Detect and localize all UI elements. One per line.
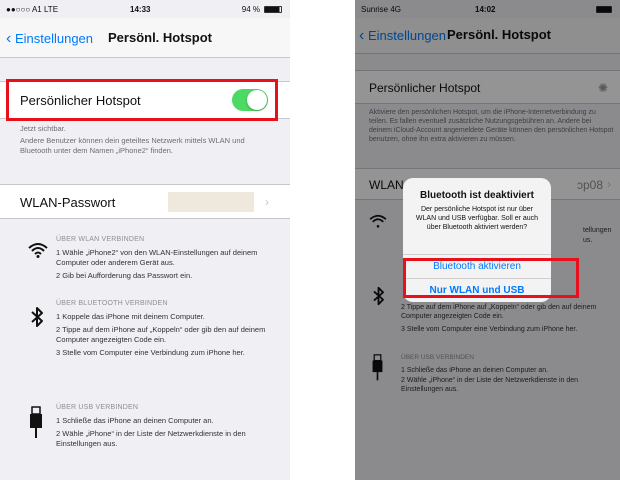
alert-message: Der persönliche Hotspot ist nur über WLA… xyxy=(415,206,539,231)
step-item: 1 Schließe das iPhone an deinen Computer… xyxy=(56,416,214,425)
wifi-icon xyxy=(28,243,48,258)
left-phone-screenshot: ●●○○○ A1 LTE 14:33 94 % ‹ Einstellungen … xyxy=(0,0,290,480)
highlight-frame xyxy=(403,258,579,298)
section-title: ÜBER USB VERBINDEN xyxy=(56,404,139,411)
password-redacted xyxy=(168,192,254,212)
section-title: ÜBER BLUETOOTH VERBINDEN xyxy=(56,300,168,307)
battery-percent: 94 % xyxy=(241,5,260,14)
hotspot-footer: Jetzt sichtbar. Andere Benutzer können d… xyxy=(20,124,275,156)
highlight-frame xyxy=(6,79,278,121)
wlan-password-cell[interactable]: WLAN-Passwort › xyxy=(0,184,290,219)
step-list: 1 Schließe das iPhone an deinen Computer… xyxy=(56,416,286,452)
step-item: 2 Tippe auf dem iPhone auf „Koppeln“ ode… xyxy=(56,325,266,344)
section-title: ÜBER WLAN VERBINDEN xyxy=(56,236,145,243)
bluetooth-icon xyxy=(31,307,43,327)
step-list: 1 Koppele das iPhone mit deinem Computer… xyxy=(56,312,286,361)
wlan-password-label: WLAN-Passwort xyxy=(20,195,116,210)
back-label: Einstellungen xyxy=(14,31,94,46)
step-item: 1 Koppele das iPhone mit deinem Computer… xyxy=(56,312,205,321)
clock: 14:33 xyxy=(130,5,151,14)
right-phone-screenshot: Sunrise 4G 14:02 ‹ Einstellungen Persönl… xyxy=(355,0,620,480)
chevron-left-icon: ‹ xyxy=(6,30,12,47)
step-list: 1 Wähle „iPhone2“ von den WLAN-Einstellu… xyxy=(56,248,286,284)
chevron-right-icon: › xyxy=(265,195,269,209)
alert-title: Bluetooth ist deaktiviert xyxy=(420,190,534,201)
step-item: 2 Gib bei Aufforderung das Passwort ein. xyxy=(56,271,193,280)
usb-icon xyxy=(30,406,42,438)
carrier-label: ●●○○○ A1 LTE xyxy=(6,5,59,14)
visibility-status: Jetzt sichtbar. xyxy=(20,124,66,133)
step-item: 1 Wähle „iPhone2“ von den WLAN-Einstellu… xyxy=(56,248,258,267)
hotspot-description: Andere Benutzer können dein geteiltes Ne… xyxy=(20,136,245,155)
battery-icon xyxy=(264,6,282,13)
nav-bar: ‹ Einstellungen Persönl. Hotspot xyxy=(0,18,290,58)
step-item: 3 Stelle vom Computer eine Verbindung zu… xyxy=(56,348,245,357)
back-button[interactable]: ‹ Einstellungen xyxy=(6,30,93,48)
step-item: 2 Wähle „iPhone“ in der Liste der Netzwe… xyxy=(56,429,246,448)
page-title: Persönl. Hotspot xyxy=(108,30,213,45)
status-bar: ●●○○○ A1 LTE 14:33 94 % xyxy=(0,0,290,18)
